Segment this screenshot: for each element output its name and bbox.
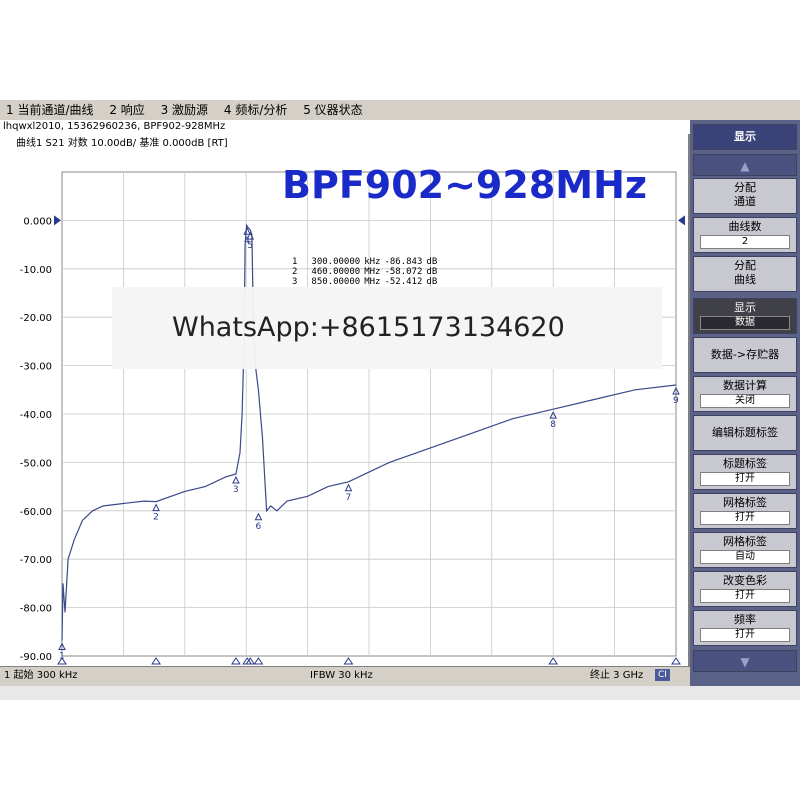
softkey-label: 显示 — [734, 301, 756, 314]
trace-header: 曲线1 S21 对数 10.00dB/ 基准 0.000dB [RT] — [16, 136, 228, 149]
softkey-edit-title[interactable]: 编辑标题标签 — [693, 415, 797, 451]
softkey-label: 改变色彩 — [723, 574, 767, 587]
marker-triangle — [344, 483, 353, 492]
softkey-grid-label-auto[interactable]: 网格标签 自动 — [693, 532, 797, 568]
scroll-down-button[interactable]: ▼ — [693, 650, 797, 672]
marker-triangle — [254, 512, 263, 521]
marker-number: 5 — [247, 241, 253, 251]
y-tick-label: -50.00 — [20, 458, 52, 469]
marker-number: 6 — [255, 522, 261, 532]
torn-edge — [0, 686, 800, 700]
marker-number: 7 — [346, 493, 352, 503]
y-tick-label: -20.00 — [20, 313, 52, 324]
softkey-label: 网格标签 — [723, 496, 767, 509]
marker-row: 2 460.00000 MHz -58.072 dB — [292, 267, 437, 277]
softkey-value: 打开 — [700, 589, 790, 603]
plot-area: 曲线1 S21 对数 10.00dB/ 基准 0.000dB [RT] 0.00… — [0, 134, 690, 666]
softkey-label: 分配 曲线 — [734, 259, 756, 286]
y-tick-label: -90.00 — [20, 652, 52, 663]
marker-triangle — [232, 475, 240, 484]
marker-number: 9 — [673, 396, 679, 406]
softkey-assign-trace[interactable]: 分配 曲线 — [693, 256, 797, 292]
softkey-label: 分配 通道 — [734, 181, 756, 208]
y-tick-label: -40.00 — [20, 410, 52, 421]
bottom-marker-triangle — [151, 657, 162, 665]
y-tick-label: -30.00 — [20, 362, 52, 373]
softkey-value: 数据 — [700, 316, 790, 330]
y-tick-label: -10.00 — [20, 265, 52, 276]
reference-arrow-left — [54, 215, 61, 226]
softkey-label: 网格标签 — [723, 535, 767, 548]
s21-chart: 曲线1 S21 对数 10.00dB/ 基准 0.000dB [RT] 0.00… — [16, 136, 685, 665]
scroll-up-button[interactable]: ▲ — [693, 154, 797, 176]
start-frequency: 1 起始 300 kHz — [4, 670, 78, 681]
grid — [61, 171, 677, 657]
softkey-trace-count[interactable]: 曲线数 2 — [693, 217, 797, 253]
softkey-data-math[interactable]: 数据计算 关闭 — [693, 376, 797, 412]
softkey-title-label[interactable]: 标题标签 打开 — [693, 454, 797, 490]
softkey-label: 数据->存贮器 — [710, 348, 780, 361]
softkey-label: 标题标签 — [723, 457, 767, 470]
y-tick-label: -80.00 — [20, 604, 52, 615]
marker-row: 1 300.00000 kHz -86.843 dB — [292, 257, 437, 267]
menu-item-status[interactable]: 5 仪器状态 — [303, 103, 362, 117]
menu-item-channel[interactable]: 1 当前通道/曲线 — [6, 103, 94, 117]
softkey-label: 编辑标题标签 — [712, 426, 778, 439]
marker-number: 3 — [233, 485, 239, 495]
analyzer-window: 1 当前通道/曲线 2 响应 3 激励源 4 频标/分析 5 仪器状态 lhqw… — [0, 100, 800, 686]
y-tick-label: -70.00 — [20, 555, 52, 566]
menu-bar: 1 当前通道/曲线 2 响应 3 激励源 4 频标/分析 5 仪器状态 — [0, 100, 800, 120]
softkey-display[interactable]: 显示 数据 — [693, 298, 797, 334]
stop-frequency: 终止 3 GHz — [590, 670, 644, 681]
softkey-value: 2 — [700, 235, 790, 249]
softkey-data-to-memory[interactable]: 数据->存贮器 — [693, 337, 797, 373]
y-tick-label: -60.00 — [20, 507, 52, 518]
ci-badge: CI — [655, 669, 670, 681]
marker-number: 2 — [153, 513, 159, 523]
softkey-label: 曲线数 — [728, 220, 762, 233]
softkey-label: 数据计算 — [723, 379, 767, 392]
status-bar: 1 起始 300 kHz IFBW 30 kHz 终止 3 GHz CI — [0, 666, 690, 684]
softkey-value: 打开 — [700, 628, 790, 642]
softkey-value: 关闭 — [700, 394, 790, 408]
softkey-label: 频率 — [734, 613, 756, 626]
menu-item-marker[interactable]: 4 频标/分析 — [224, 103, 288, 117]
window-subtitle: lhqwxl2010, 15362960236, BPF902-928MHz — [0, 120, 690, 134]
plot-title: BPF902~928MHz — [282, 163, 647, 207]
softkey-change-color[interactable]: 改变色彩 打开 — [693, 571, 797, 607]
softkey-value: 打开 — [700, 511, 790, 525]
softkey-value: 打开 — [700, 472, 790, 486]
bottom-marker-triangle — [230, 657, 241, 665]
softkey-panel: 显示 ▲ 分配 通道 曲线数 2 分配 曲线 显示 数据 数据->存贮器 数据计… — [690, 120, 800, 686]
softkey-title: 显示 — [693, 124, 797, 150]
menu-item-response[interactable]: 2 响应 — [109, 103, 144, 117]
reference-arrow-right — [678, 215, 685, 226]
bottom-marker-triangle — [343, 657, 354, 665]
softkey-grid-label[interactable]: 网格标签 打开 — [693, 493, 797, 529]
marker-number: 8 — [550, 420, 556, 430]
watermark-banner: WhatsApp:+8615173134620 — [112, 287, 662, 369]
softkey-frequency[interactable]: 频率 打开 — [693, 610, 797, 646]
menu-item-stimulus[interactable]: 3 激励源 — [161, 103, 208, 117]
ifbw-value: IFBW 30 kHz — [310, 670, 373, 681]
marker-triangle — [152, 503, 160, 512]
softkey-assign-channel[interactable]: 分配 通道 — [693, 178, 797, 214]
marker-row: 3 850.00000 MHz -52.412 dB — [292, 277, 437, 287]
bottom-marker-triangle — [671, 657, 681, 665]
bottom-marker-triangle — [253, 657, 264, 665]
bottom-marker-triangle — [548, 657, 559, 665]
marker-table: 1 300.00000 kHz -86.843 dB 2 460.00000 MHz -58.… — [292, 257, 437, 287]
y-tick-label: 0.000 — [23, 216, 52, 227]
softkey-value: 自动 — [700, 550, 790, 564]
